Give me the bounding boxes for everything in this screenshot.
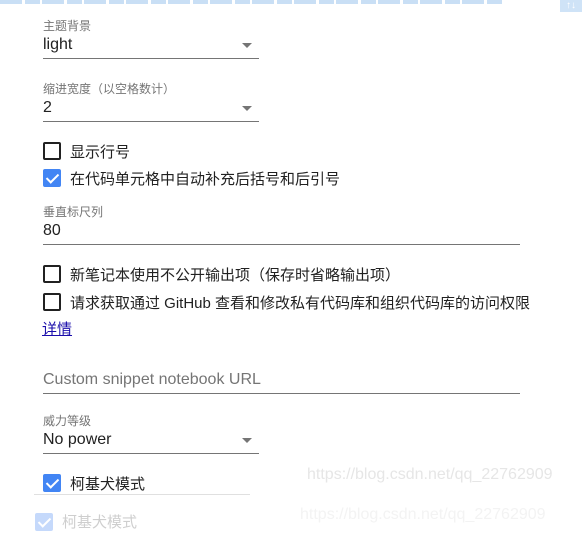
sort-icon: ↑↓: [560, 0, 582, 12]
ruler-label: 垂直标尺列: [43, 205, 104, 219]
autoclose-checkbox[interactable]: [43, 169, 61, 187]
autoclose-checkbox-row[interactable]: 在代码单元格中自动补充后括号和后引号: [43, 168, 340, 188]
power-value: No power: [43, 431, 112, 448]
theme-select[interactable]: light: [43, 33, 259, 59]
github-access-checkbox-row[interactable]: 请求获取通过 GitHub 查看和修改私有代码库和组织代码库的访问权限: [43, 292, 530, 312]
corgi-checkbox-row[interactable]: 柯基犬模式: [43, 473, 145, 493]
autoclose-label: 在代码单元格中自动补充后括号和后引号: [70, 170, 341, 188]
indent-select[interactable]: 2: [43, 96, 259, 122]
theme-label: 主题背景: [43, 19, 92, 33]
ghost-corgi-label: 柯基犬模式: [62, 514, 138, 531]
ruler-field: 垂直标尺列 80: [43, 205, 520, 245]
github-access-checkbox[interactable]: [43, 293, 61, 311]
background-strip: [0, 0, 504, 4]
line-numbers-label: 显示行号: [70, 143, 131, 161]
power-label: 威力等级: [43, 414, 92, 428]
power-field: 威力等级 No power: [43, 414, 259, 454]
line-numbers-checkbox[interactable]: [43, 142, 61, 160]
details-link[interactable]: 详情: [42, 318, 72, 339]
ghost-corgi-row: 柯基犬模式: [35, 511, 137, 532]
ghost-corgi-checkbox: [35, 512, 53, 531]
ruler-input[interactable]: 80: [43, 219, 520, 245]
github-access-label: 请求获取通过 GitHub 查看和修改私有代码库和组织代码库的访问权限: [70, 294, 531, 312]
indent-value: 2: [43, 99, 52, 116]
divider: [34, 494, 250, 495]
dropdown-arrow-icon: [242, 43, 252, 48]
private-outputs-label: 新笔记本使用不公开输出项（保存时省略输出项）: [70, 266, 401, 284]
dropdown-arrow-icon: [242, 106, 252, 111]
corgi-checkbox[interactable]: [43, 474, 61, 492]
corgi-label: 柯基犬模式: [70, 475, 146, 493]
corner-area: ↑↓: [504, 0, 582, 12]
private-outputs-checkbox[interactable]: [43, 265, 61, 283]
dropdown-arrow-icon: [242, 438, 252, 443]
theme-value: light: [43, 36, 73, 53]
indent-label: 缩进宽度（以空格数计）: [43, 82, 176, 96]
watermark-ghost: https://blog.csdn.net/qq_22762909: [300, 506, 546, 523]
theme-field: 主题背景 light: [43, 19, 259, 59]
line-numbers-checkbox-row[interactable]: 显示行号: [43, 141, 130, 161]
power-select[interactable]: No power: [43, 428, 259, 454]
private-outputs-checkbox-row[interactable]: 新笔记本使用不公开输出项（保存时省略输出项）: [43, 264, 400, 284]
indent-field: 缩进宽度（以空格数计） 2: [43, 82, 259, 122]
snippet-field: Custom snippet notebook URL: [43, 368, 520, 394]
snippet-url-input[interactable]: Custom snippet notebook URL: [43, 368, 520, 394]
watermark: https://blog.csdn.net/qq_22762909: [307, 466, 553, 483]
